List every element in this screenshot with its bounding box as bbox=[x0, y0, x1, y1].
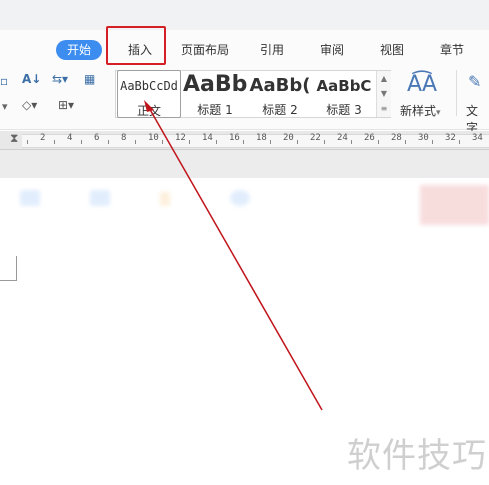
annotation-arrow bbox=[144, 100, 323, 411]
watermark: 软件技巧 bbox=[347, 436, 487, 476]
